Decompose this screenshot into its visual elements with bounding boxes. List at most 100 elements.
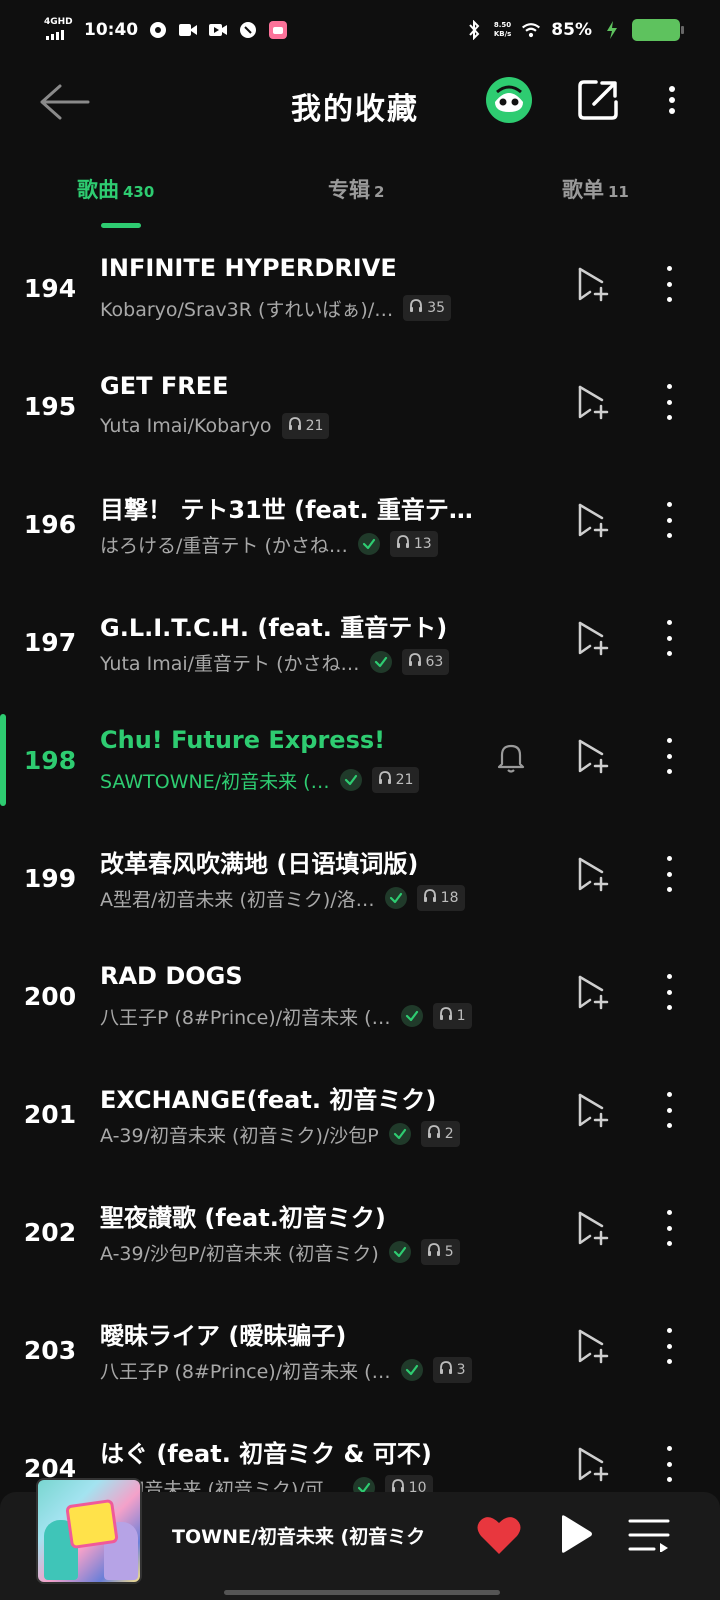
song-more-button[interactable]	[658, 1442, 680, 1486]
bell-icon[interactable]	[494, 740, 528, 774]
song-number: 202	[23, 1218, 77, 1247]
song-number: 201	[23, 1100, 77, 1129]
more-options-button[interactable]	[660, 78, 684, 122]
share-button[interactable]	[576, 78, 620, 122]
song-subline: A型君/初音未来 (初音ミク)/洛… 18	[100, 884, 465, 912]
play-count-badge: 21	[281, 413, 330, 439]
tab-songs[interactable]: 歌曲 430	[77, 174, 154, 204]
heart-icon	[477, 1517, 521, 1554]
add-to-queue-button[interactable]	[576, 502, 610, 538]
song-artist: A型君/初音未来 (初音ミク)/洛…	[100, 888, 375, 911]
add-to-queue-button[interactable]	[576, 738, 610, 774]
play-count-badge: 3	[432, 1357, 472, 1383]
add-to-queue-button[interactable]	[576, 620, 610, 656]
play-count-badge: 1	[432, 1003, 472, 1029]
song-more-button[interactable]	[658, 1324, 680, 1368]
dot-icon	[666, 1225, 672, 1231]
dot-icon	[666, 1210, 672, 1215]
dot-icon	[669, 96, 675, 103]
dot-icon	[666, 1343, 672, 1349]
song-number: 200	[23, 982, 77, 1011]
song-row[interactable]: 202 聖夜讃歌 (feat.初音ミク) A-39/沙包P/初音未来 (初音ミク) 5	[0, 1180, 720, 1298]
song-row[interactable]: 199 改革春风吹满地 (日语填词版) A型君/初音未来 (初音ミク)/洛… 18	[0, 826, 720, 944]
app-header: 我的收藏	[0, 60, 720, 144]
tab-albums[interactable]: 专辑 2	[328, 174, 384, 204]
song-title: 聖夜讃歌 (feat.初音ミク)	[100, 1204, 386, 1232]
dot-icon	[666, 635, 672, 641]
song-more-button[interactable]	[658, 380, 680, 424]
clock: 10:40	[84, 20, 139, 40]
song-subline: 八王子P (8#Prince)/初音未来 (… 1	[100, 1002, 472, 1030]
tab-playlists[interactable]: 歌单 11	[562, 174, 629, 204]
song-more-button[interactable]	[658, 1088, 680, 1132]
like-button[interactable]	[476, 1514, 522, 1556]
song-row[interactable]: 195 GET FREE Yuta Imai/Kobaryo 21	[0, 354, 720, 472]
dot-icon	[666, 415, 672, 420]
dot-icon	[666, 1461, 672, 1467]
song-subline: はろける/重音テト (かさね… 13	[100, 530, 438, 558]
dot-icon	[666, 384, 672, 389]
song-more-button[interactable]	[658, 498, 680, 542]
tab-count: 2	[374, 183, 385, 201]
dot-icon	[666, 297, 672, 302]
add-to-queue-button[interactable]	[576, 1210, 610, 1246]
add-to-queue-icon	[576, 385, 610, 424]
downloaded-check-icon	[357, 533, 380, 555]
playlist-queue-button[interactable]	[628, 1518, 670, 1553]
dot-icon	[666, 1477, 672, 1482]
song-more-button[interactable]	[658, 734, 680, 778]
now-playing-text[interactable]: TOWNE/初音未来 (初音ミク	[172, 1522, 452, 1549]
album-cover[interactable]	[36, 1478, 142, 1584]
add-to-queue-button[interactable]	[576, 266, 610, 302]
headphones-icon	[396, 535, 410, 553]
dot-icon	[666, 887, 672, 892]
song-number: 203	[23, 1336, 77, 1365]
add-to-queue-button[interactable]	[576, 384, 610, 420]
song-more-button[interactable]	[658, 852, 680, 896]
home-indicator[interactable]	[224, 1590, 500, 1595]
add-to-queue-button[interactable]	[576, 1328, 610, 1364]
song-row[interactable]: 198 Chu! Future Express! SAWTOWNE/初音未来 (… 2…	[0, 708, 720, 826]
song-title: Chu! Future Express!	[100, 726, 386, 754]
tab-count: 11	[608, 183, 629, 201]
song-title: GET FREE	[100, 372, 229, 400]
dot-icon	[666, 1107, 672, 1113]
video-app-icon	[208, 20, 228, 40]
mascot-button[interactable]	[486, 77, 532, 123]
add-to-queue-button[interactable]	[576, 1092, 610, 1128]
song-more-button[interactable]	[658, 1206, 680, 1250]
bluetooth-icon	[464, 20, 484, 40]
tab-label: 歌单	[562, 178, 604, 202]
battery-icon	[632, 19, 684, 41]
downloaded-check-icon	[400, 1359, 423, 1381]
song-row[interactable]: 196 目撃！ テト31世 (feat. 重音テ… はろける/重音テト (かさね… 1…	[0, 472, 720, 590]
play-button[interactable]	[558, 1514, 594, 1554]
play-count: 2	[444, 1126, 454, 1142]
dot-icon	[669, 107, 675, 114]
share-icon	[578, 80, 618, 120]
play-count: 63	[425, 654, 444, 670]
add-to-queue-button[interactable]	[576, 1446, 610, 1482]
headphones-icon	[408, 653, 422, 671]
headphones-icon	[427, 1243, 441, 1261]
dot-icon	[666, 1123, 672, 1128]
song-row[interactable]: 197 G.L.I.T.C.H. (feat. 重音テト) Yuta Imai/重音…	[0, 590, 720, 708]
song-artist: A-39/初音未来 (初音ミク)/沙包P	[100, 1124, 379, 1147]
song-row[interactable]: 201 EXCHANGE(feat. 初音ミク) A-39/初音未来 (初音ミク)/…	[0, 1062, 720, 1180]
song-more-button[interactable]	[658, 616, 680, 660]
song-title: RAD DOGS	[100, 962, 243, 990]
song-row[interactable]: 200 RAD DOGS 八王子P (8#Prince)/初音未来 (… 1	[0, 944, 720, 1062]
add-to-queue-button[interactable]	[576, 974, 610, 1010]
app-notification-icon	[148, 20, 168, 40]
song-number: 195	[23, 392, 77, 421]
add-to-queue-button[interactable]	[576, 856, 610, 892]
play-count: 21	[395, 772, 414, 788]
song-more-button[interactable]	[658, 262, 680, 306]
song-more-button[interactable]	[658, 970, 680, 1014]
song-title: 改革春风吹满地 (日语填词版)	[100, 850, 419, 878]
battery-percent: 85%	[551, 20, 592, 40]
song-artist: Yuta Imai/重音テト (かさね…	[100, 652, 360, 675]
add-to-queue-icon	[576, 1447, 610, 1486]
song-row[interactable]: 194 INFINITE HYPERDRIVE Kobaryo/Srav3R (すれ…	[0, 236, 720, 354]
song-row[interactable]: 203 曖昧ライア (暧昧骗子) 八王子P (8#Prince)/初音未来 (… 3	[0, 1298, 720, 1416]
